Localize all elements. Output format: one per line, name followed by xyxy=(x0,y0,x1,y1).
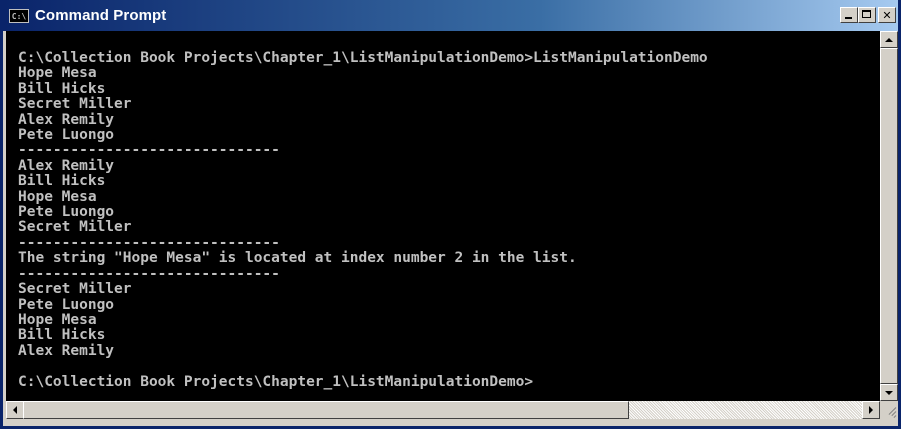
console-line: Secret Miller xyxy=(18,219,132,236)
console-line: Pete Luongo xyxy=(18,127,115,144)
title-bar[interactable]: C:\ Command Prompt ✕ xyxy=(3,0,898,31)
console-line: Alex Remily xyxy=(18,342,115,359)
arrow-down-icon xyxy=(885,390,893,395)
minimize-button[interactable] xyxy=(840,7,858,23)
horizontal-scroll-thumb[interactable] xyxy=(23,401,629,419)
maximize-button[interactable] xyxy=(858,7,876,23)
vertical-scrollbar[interactable] xyxy=(880,31,898,401)
scroll-left-button[interactable] xyxy=(6,401,24,419)
console-line: Secret Miller xyxy=(18,281,132,298)
console-line: ------------------------------ xyxy=(18,265,280,282)
console-line: ------------------------------ xyxy=(18,234,280,251)
console-output[interactable]: C:\Collection Book Projects\Chapter_1\Li… xyxy=(6,31,880,401)
arrow-right-icon xyxy=(869,406,873,414)
scroll-right-button[interactable] xyxy=(862,401,880,419)
console-line: Pete Luongo xyxy=(18,296,115,313)
minimize-icon xyxy=(845,17,852,19)
console-line: Hope Mesa xyxy=(18,188,97,205)
console-line: The string "Hope Mesa" is located at ind… xyxy=(18,250,577,267)
vertical-scroll-thumb[interactable] xyxy=(880,48,898,384)
console-line: Hope Mesa xyxy=(18,65,97,82)
horizontal-scrollbar[interactable] xyxy=(6,401,880,419)
console-line: C:\Collection Book Projects\Chapter_1\Li… xyxy=(18,373,534,390)
console-line: Bill Hicks xyxy=(18,173,106,190)
cmd-icon[interactable]: C:\ xyxy=(9,8,29,23)
console-line: Alex Remily xyxy=(18,111,115,128)
caption-buttons: ✕ xyxy=(840,7,896,23)
console-line: C:\Collection Book Projects\Chapter_1\Li… xyxy=(18,50,708,66)
console-line: ------------------------------ xyxy=(18,142,280,159)
scroll-up-button[interactable] xyxy=(880,31,898,48)
window-title: Command Prompt xyxy=(35,7,167,24)
resize-grip[interactable] xyxy=(880,401,898,419)
scroll-down-button[interactable] xyxy=(880,384,898,401)
close-button[interactable]: ✕ xyxy=(878,7,896,23)
close-icon: ✕ xyxy=(882,8,892,22)
console-line: Hope Mesa xyxy=(18,311,97,328)
console-line: Alex Remily xyxy=(18,157,115,174)
arrow-up-icon xyxy=(885,37,893,42)
command-prompt-window: C:\ Command Prompt ✕ C:\Collection Book … xyxy=(0,0,901,429)
maximize-icon xyxy=(862,10,871,18)
console-line: Bill Hicks xyxy=(18,327,106,344)
console-line: Bill Hicks xyxy=(18,80,106,97)
console-line: Pete Luongo xyxy=(18,204,115,221)
console-text: C:\Collection Book Projects\Chapter_1\Li… xyxy=(6,31,880,390)
arrow-left-icon xyxy=(13,406,17,414)
console-line: Secret Miller xyxy=(18,96,132,113)
